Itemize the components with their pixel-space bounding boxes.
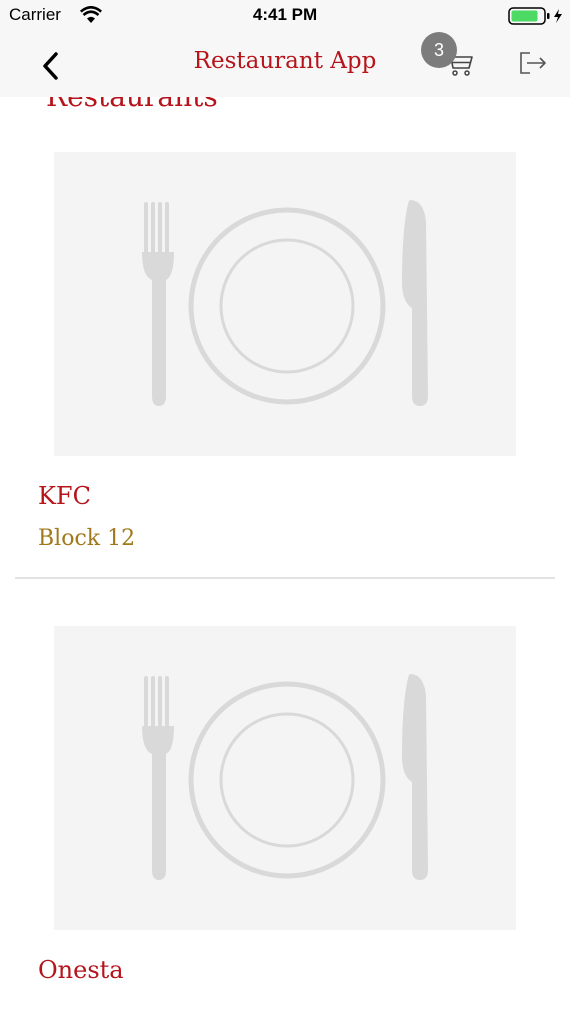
cart-count-badge: 3 xyxy=(421,32,457,68)
restaurant-image[interactable] xyxy=(54,152,516,456)
battery-charging-icon xyxy=(508,7,562,25)
logout-button[interactable] xyxy=(516,48,550,78)
plate-cutlery-icon xyxy=(142,674,428,880)
app-title: Restaurant App xyxy=(193,48,377,74)
cart-button[interactable]: 3 xyxy=(420,32,480,86)
plate-cutlery-icon xyxy=(142,200,428,406)
divider xyxy=(15,577,555,579)
restaurant-name: KFC xyxy=(38,482,91,510)
restaurant-list[interactable]: Restaurants xyxy=(0,0,570,1014)
clock-time: 4:41 PM xyxy=(252,5,318,24)
app-screen: Restaurants xyxy=(0,0,570,1014)
restaurant-address: Block 12 xyxy=(38,526,136,551)
navigation-bar: Restaurant App 3 xyxy=(0,32,570,97)
logout-icon xyxy=(520,52,546,74)
restaurant-image[interactable] xyxy=(54,626,516,930)
status-bar: Carrier 4:41 PM xyxy=(0,0,570,34)
restaurant-name: Onesta xyxy=(38,956,124,984)
